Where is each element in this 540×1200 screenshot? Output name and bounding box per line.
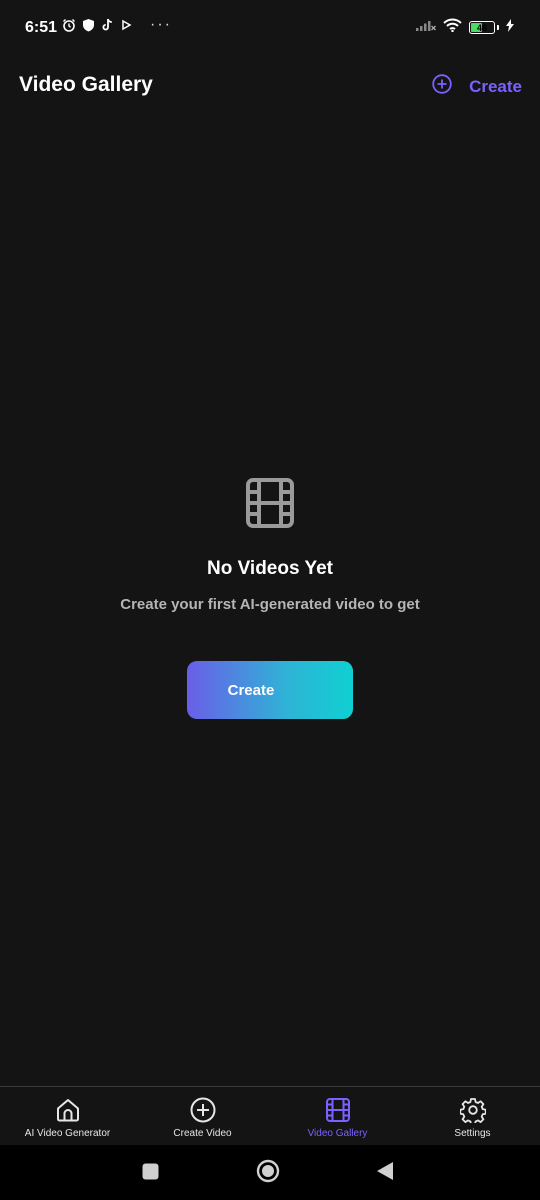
nav-label: AI Video Generator (24, 1128, 111, 1139)
empty-state: No Videos Yet Create your first AI-gener… (0, 478, 540, 613)
home-icon (55, 1097, 81, 1123)
create-action-label: Create (469, 76, 522, 96)
nav-item-settings[interactable]: Settings (405, 1087, 540, 1145)
wifi-icon (443, 18, 462, 37)
signal-icon (416, 19, 436, 37)
create-action-button[interactable]: Create (432, 74, 522, 99)
bottom-navigation: AI Video Generator Create Video Video Ga… (0, 1086, 540, 1145)
nav-label: Video Gallery (307, 1128, 368, 1139)
play-icon (120, 19, 132, 31)
plus-circle-icon (432, 74, 452, 99)
alarm-icon (62, 18, 76, 32)
nav-item-video-gallery[interactable]: Video Gallery (270, 1087, 405, 1145)
gear-icon (459, 1097, 486, 1123)
status-bar: 6:51 ··· 46 (0, 0, 540, 58)
nav-label: Settings (454, 1128, 491, 1139)
empty-state-subtitle: Create your first AI-generated video to … (120, 596, 420, 613)
nav-label: Create Video (173, 1128, 232, 1139)
battery-level: 46 (476, 22, 487, 33)
battery-icon: 46 (469, 21, 495, 34)
system-navigation-bar (0, 1145, 540, 1200)
back-button[interactable] (376, 1161, 394, 1186)
more-notifications-indicator: ··· (150, 16, 172, 33)
film-icon (325, 1097, 351, 1123)
nav-item-create-video[interactable]: Create Video (135, 1087, 270, 1145)
charging-icon (506, 18, 514, 37)
status-time: 6:51 (25, 19, 58, 36)
shield-icon (82, 18, 95, 32)
nav-item-ai-video-generator[interactable]: AI Video Generator (0, 1087, 135, 1145)
home-button[interactable] (256, 1159, 280, 1188)
recents-button[interactable] (142, 1163, 159, 1185)
empty-state-title: No Videos Yet (206, 558, 333, 579)
create-video-button[interactable]: Create (187, 661, 353, 719)
plus-circle-icon (190, 1097, 216, 1123)
tiktok-icon (101, 18, 114, 32)
page-title: Video Gallery (19, 73, 153, 96)
film-icon (0, 478, 540, 528)
app-bar: Video Gallery Create (0, 58, 540, 112)
